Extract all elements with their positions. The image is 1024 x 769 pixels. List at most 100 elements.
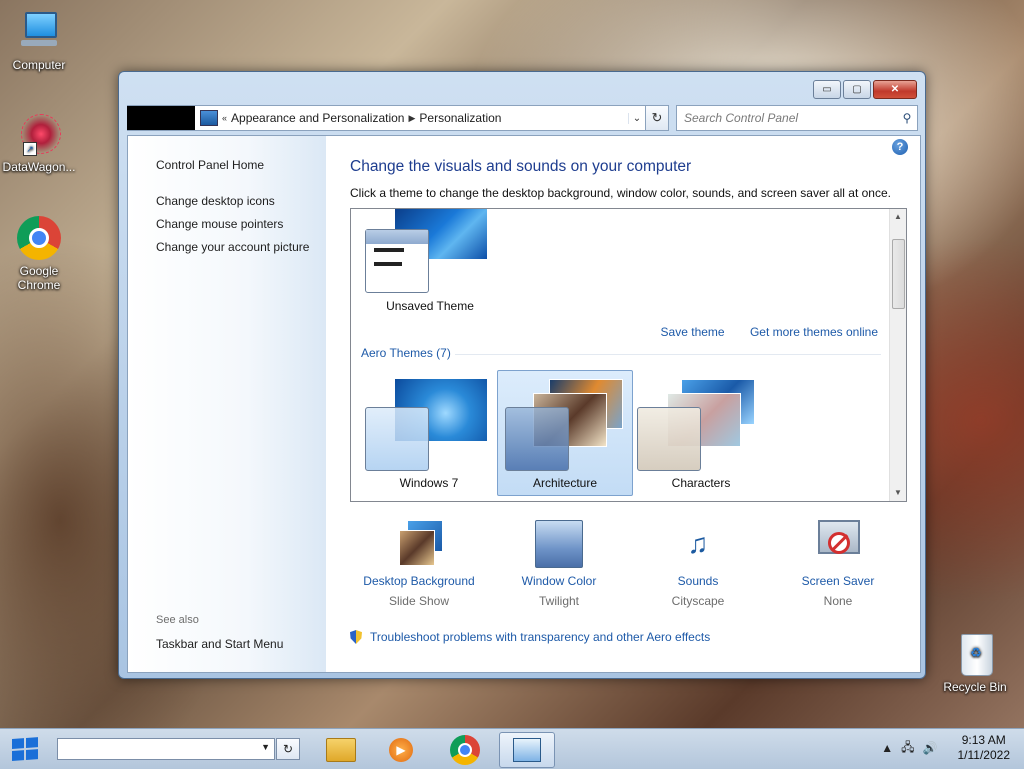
taskbar-explorer[interactable] [313, 732, 369, 768]
sounds-icon: ♫ [687, 528, 709, 559]
breadcrumb-personalization[interactable]: Personalization [419, 111, 501, 125]
taskbar-chrome[interactable] [437, 732, 493, 768]
theme-architecture[interactable]: Architecture [501, 379, 629, 493]
address-bar[interactable]: « Appearance and Personalization ▶ Perso… [127, 105, 646, 131]
taskbar-control-panel[interactable] [499, 732, 555, 768]
shield-icon [350, 630, 362, 644]
system-tray: ▲ 🖧 🔊 9:13 AM 1/11/2022 [881, 733, 1010, 763]
window-preview-icon [505, 407, 569, 471]
breadcrumb-appearance[interactable]: Appearance and Personalization [231, 111, 404, 125]
taskbar: ▼ ↻ ▶ ▲ 🖧 🔊 9:13 AM 1/11/2022 [0, 728, 1024, 769]
scroll-thumb[interactable] [892, 239, 905, 309]
page-title: Change the visuals and sounds on your co… [350, 158, 692, 175]
datawagon-icon: ↗ [17, 112, 61, 156]
back-forward-buttons[interactable] [127, 106, 195, 130]
desktop-icon-chrome[interactable]: Google Chrome [1, 216, 77, 292]
setting-title: Window Color [521, 574, 597, 588]
content-area: Control Panel Home Change desktop icons … [127, 135, 921, 673]
clock[interactable]: 9:13 AM 1/11/2022 [958, 733, 1011, 763]
search-placeholder: Search Control Panel [684, 111, 799, 125]
screen-saver-icon [814, 520, 862, 568]
search-icon[interactable]: ⚲ [897, 111, 917, 125]
start-button[interactable] [12, 737, 40, 762]
aero-themes-header: Aero Themes (7) [361, 346, 451, 360]
desktop-icon-recycle-bin[interactable]: ♻ Recycle Bin [937, 632, 1013, 694]
change-mouse-pointers-link[interactable]: Change mouse pointers [156, 217, 283, 231]
chrome-icon [450, 735, 480, 765]
minimize-icon: ▭ [822, 84, 832, 95]
sounds-link[interactable]: ♫ Sounds Cityscape [638, 520, 758, 608]
theme-list[interactable]: Unsaved Theme Save theme Get more themes… [350, 208, 907, 502]
volume-icon[interactable]: 🔊 [923, 741, 938, 755]
theme-links: Save theme Get more themes online [639, 325, 878, 339]
window-controls: ▭ ▢ ✕ [813, 80, 917, 99]
taskbar-start-menu-link[interactable]: Taskbar and Start Menu [156, 637, 283, 651]
media-player-icon: ▶ [389, 738, 413, 762]
maximize-button[interactable]: ▢ [843, 80, 871, 99]
refresh-icon: ↻ [282, 742, 294, 756]
window-preview-icon [365, 407, 429, 471]
desktop-icon-label: Computer [12, 58, 66, 72]
scroll-up-icon[interactable]: ▲ [890, 209, 906, 225]
get-more-themes-link[interactable]: Get more themes online [750, 325, 878, 339]
control-panel-icon [513, 738, 541, 762]
chevron-right-icon[interactable]: ▶ [408, 113, 415, 124]
see-also-label: See also [156, 614, 199, 626]
theme-label: Characters [671, 476, 731, 490]
desktop-icon-datawagon[interactable]: ↗ DataWagon... [1, 112, 77, 174]
breadcrumb-overflow[interactable]: « [222, 113, 227, 123]
screen-saver-link[interactable]: Screen Saver None [778, 520, 898, 608]
clock-time: 9:13 AM [961, 733, 1006, 747]
divider [455, 354, 881, 355]
control-panel-icon [200, 110, 218, 126]
refresh-button[interactable]: ↻ [276, 738, 300, 760]
show-hidden-icons-icon[interactable]: ▲ [881, 741, 893, 755]
window-color-icon [535, 520, 583, 568]
save-theme-link[interactable]: Save theme [661, 325, 725, 339]
desktop-background-link[interactable]: Desktop Background Slide Show [359, 520, 479, 608]
close-button[interactable]: ✕ [873, 80, 917, 99]
chevron-down-icon[interactable]: ▼ [261, 742, 270, 752]
troubleshoot-link[interactable]: Troubleshoot problems with transparency … [350, 630, 710, 644]
recycle-bin-icon: ♻ [953, 632, 997, 676]
theme-label: Unsaved Theme [386, 299, 474, 313]
minimize-button[interactable]: ▭ [813, 80, 841, 99]
theme-list-scrollbar[interactable]: ▲ ▼ [889, 209, 906, 501]
change-account-picture-link[interactable]: Change your account picture [156, 240, 309, 254]
desktop-icon-label: Recycle Bin [943, 680, 1007, 694]
refresh-button[interactable]: ↻ [645, 105, 669, 131]
help-icon[interactable]: ? [892, 139, 908, 155]
network-icon[interactable]: 🖧 [901, 738, 914, 759]
theme-characters[interactable]: Characters [637, 379, 765, 493]
theme-unsaved[interactable]: Unsaved Theme [365, 209, 495, 319]
search-input[interactable]: Search Control Panel ⚲ [676, 105, 918, 131]
window-color-link[interactable]: Window Color Twilight [499, 520, 619, 608]
change-desktop-icons-link[interactable]: Change desktop icons [156, 194, 275, 208]
refresh-icon: ↻ [651, 110, 663, 125]
theme-label: Windows 7 [399, 476, 459, 490]
troubleshoot-label: Troubleshoot problems with transparency … [370, 630, 711, 644]
page-subtitle: Click a theme to change the desktop back… [350, 186, 891, 200]
setting-title: Sounds [677, 574, 719, 588]
taskbar-media-player[interactable]: ▶ [373, 732, 429, 768]
folder-icon [326, 738, 356, 762]
scroll-down-icon[interactable]: ▼ [890, 485, 906, 501]
chevron-down-icon[interactable]: ⌄ [628, 112, 645, 124]
setting-value: Cityscape [671, 594, 725, 608]
control-panel-home-link[interactable]: Control Panel Home [156, 158, 264, 172]
desktop-icon-computer[interactable]: Computer [1, 10, 77, 72]
desktop-background-icon [395, 520, 443, 568]
setting-value: Slide Show [388, 594, 450, 608]
setting-title: Desktop Background [363, 574, 475, 588]
chrome-icon [17, 216, 61, 260]
desktop-icon-label: Google Chrome [17, 264, 61, 292]
setting-title: Screen Saver [801, 574, 875, 588]
close-icon: ✕ [890, 84, 900, 95]
theme-windows-7[interactable]: Windows 7 [365, 379, 493, 493]
address-toolbar-input[interactable]: ▼ [57, 738, 275, 760]
main-pane: ? Change the visuals and sounds on your … [350, 136, 910, 672]
left-pane: Control Panel Home Change desktop icons … [128, 136, 326, 672]
personalization-window: ▭ ▢ ✕ « Appearance and Personalization ▶… [118, 71, 926, 679]
clock-date: 1/11/2022 [957, 748, 1011, 762]
theme-label: Architecture [532, 476, 598, 490]
